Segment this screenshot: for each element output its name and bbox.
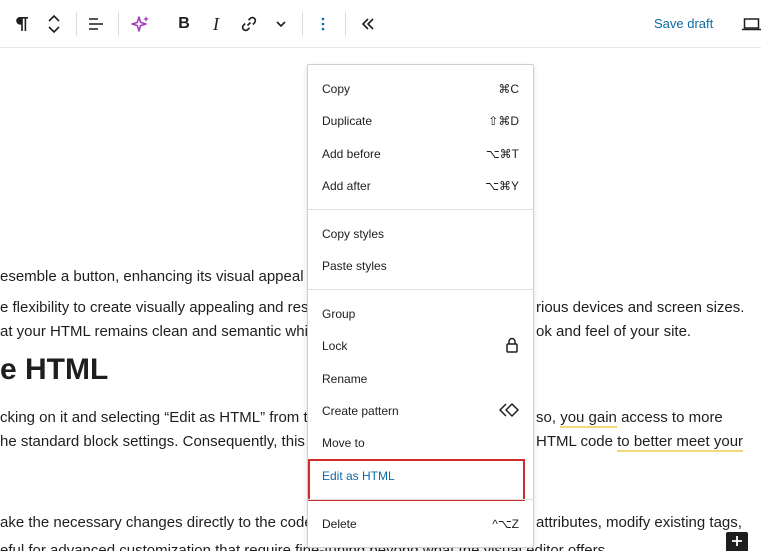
menu-item-add-before[interactable]: Add before ⌥⌘T <box>308 138 533 170</box>
menu-item-move-to[interactable]: Move to <box>308 427 533 459</box>
paragraph-line: he standard block settings. Consequently… <box>0 433 314 450</box>
menu-item-add-after[interactable]: Add after ⌥⌘Y <box>308 170 533 202</box>
more-vertical-icon <box>320 15 326 33</box>
ai-assistant-button[interactable] <box>128 6 154 42</box>
block-options-menu: Copy ⌘C Duplicate ⇧⌘D Add before ⌥⌘T Add… <box>307 64 534 548</box>
paragraph-line: ake the necessary changes directly to th… <box>0 514 317 531</box>
paragraph-line: at your HTML remains clean and semantic … <box>0 323 320 340</box>
focus-highlight-outline <box>308 459 525 501</box>
menu-item-label: Create pattern <box>322 404 399 418</box>
paragraph-line: attributes, modify existing tags, <box>536 514 742 531</box>
pattern-icon <box>499 402 519 420</box>
toolbar-separator <box>345 12 346 36</box>
options-button[interactable] <box>312 6 334 42</box>
move-block-buttons <box>42 6 66 42</box>
paragraph-line: esemble a button, enhancing its visual a… <box>0 268 317 285</box>
save-draft-button[interactable]: Save draft <box>654 14 713 34</box>
preview-button[interactable] <box>742 6 761 42</box>
align-left-icon <box>87 16 105 32</box>
paragraph-line: cking on it and selecting “Edit as HTML”… <box>0 409 316 426</box>
menu-item-paste-styles[interactable]: Paste styles <box>308 250 533 282</box>
menu-item-label: Copy <box>322 82 351 96</box>
menu-item-shortcut: ⌥⌘Y <box>485 179 519 193</box>
lock-icon <box>505 337 519 356</box>
collapse-icon <box>360 17 376 31</box>
more-chevron-down-icon <box>275 19 287 29</box>
menu-item-copy-styles[interactable]: Copy styles <box>308 218 533 250</box>
add-block-button[interactable] <box>726 532 748 551</box>
toolbar-separator <box>118 12 119 36</box>
menu-item-copy[interactable]: Copy ⌘C <box>308 73 533 105</box>
menu-item-delete[interactable]: Delete ^⌥Z <box>308 508 533 540</box>
paragraph-line: HTML code to better meet your <box>536 431 744 453</box>
menu-item-group[interactable]: Group <box>308 298 533 330</box>
menu-item-duplicate[interactable]: Duplicate ⇧⌘D <box>308 105 533 137</box>
text-segment: so, <box>536 409 561 426</box>
text-segment: HTML code <box>536 433 618 450</box>
bold-icon: B <box>178 15 190 32</box>
menu-item-label: Delete <box>322 517 357 531</box>
menu-item-label: Group <box>322 307 356 321</box>
italic-button[interactable]: I <box>204 6 228 42</box>
paragraph-line: e flexibility to create visually appeali… <box>0 299 317 316</box>
menu-item-shortcut: ⌘C <box>498 82 519 96</box>
menu-item-label: Add before <box>322 147 381 161</box>
toolbar-separator <box>302 12 303 36</box>
section-heading: e HTML <box>0 353 109 386</box>
menu-item-label: Move to <box>322 436 365 450</box>
bold-button[interactable]: B <box>172 6 196 42</box>
menu-item-create-pattern[interactable]: Create pattern <box>308 395 533 427</box>
menu-item-shortcut: ^⌥Z <box>492 517 519 531</box>
toolbar-separator <box>76 12 77 36</box>
italic-icon: I <box>213 13 219 34</box>
link-button[interactable] <box>236 6 262 42</box>
menu-item-label: Copy styles <box>322 227 385 241</box>
block-toolbar: B I Save draft <box>0 0 761 48</box>
text-segment: access to more <box>616 409 723 426</box>
menu-divider <box>308 499 533 500</box>
highlighted-text: to better meet your <box>617 433 744 452</box>
highlighted-text: you gain <box>560 409 617 428</box>
align-button[interactable] <box>84 6 108 42</box>
desktop-preview-icon <box>742 16 761 32</box>
chevron-down-icon[interactable] <box>47 24 61 34</box>
menu-divider <box>308 209 533 210</box>
menu-item-label: Lock <box>322 339 348 353</box>
menu-item-shortcut: ⌥⌘T <box>485 147 519 161</box>
menu-divider <box>308 289 533 290</box>
menu-item-label: Duplicate <box>322 114 373 128</box>
paragraph-line: ok and feel of your site. <box>536 323 692 340</box>
menu-item-shortcut: ⇧⌘D <box>488 114 519 128</box>
chevron-up-icon[interactable] <box>47 14 61 24</box>
menu-item-rename[interactable]: Rename <box>308 363 533 395</box>
paragraph-line: rious devices and screen sizes. <box>536 299 745 316</box>
paragraph-line: so, you gain access to more <box>536 407 723 429</box>
menu-item-lock[interactable]: Lock <box>308 330 533 362</box>
paragraph-icon <box>14 15 30 33</box>
link-icon <box>240 15 258 33</box>
ai-sparkle-icon <box>131 14 151 34</box>
plus-icon <box>731 534 743 551</box>
menu-item-label: Rename <box>322 372 368 386</box>
menu-item-label: Paste styles <box>322 259 387 273</box>
more-rich-text-button[interactable] <box>270 6 292 42</box>
menu-item-label: Add after <box>322 179 371 193</box>
paragraph-block-button[interactable] <box>10 6 34 42</box>
collapse-toolbar-button[interactable] <box>356 6 380 42</box>
